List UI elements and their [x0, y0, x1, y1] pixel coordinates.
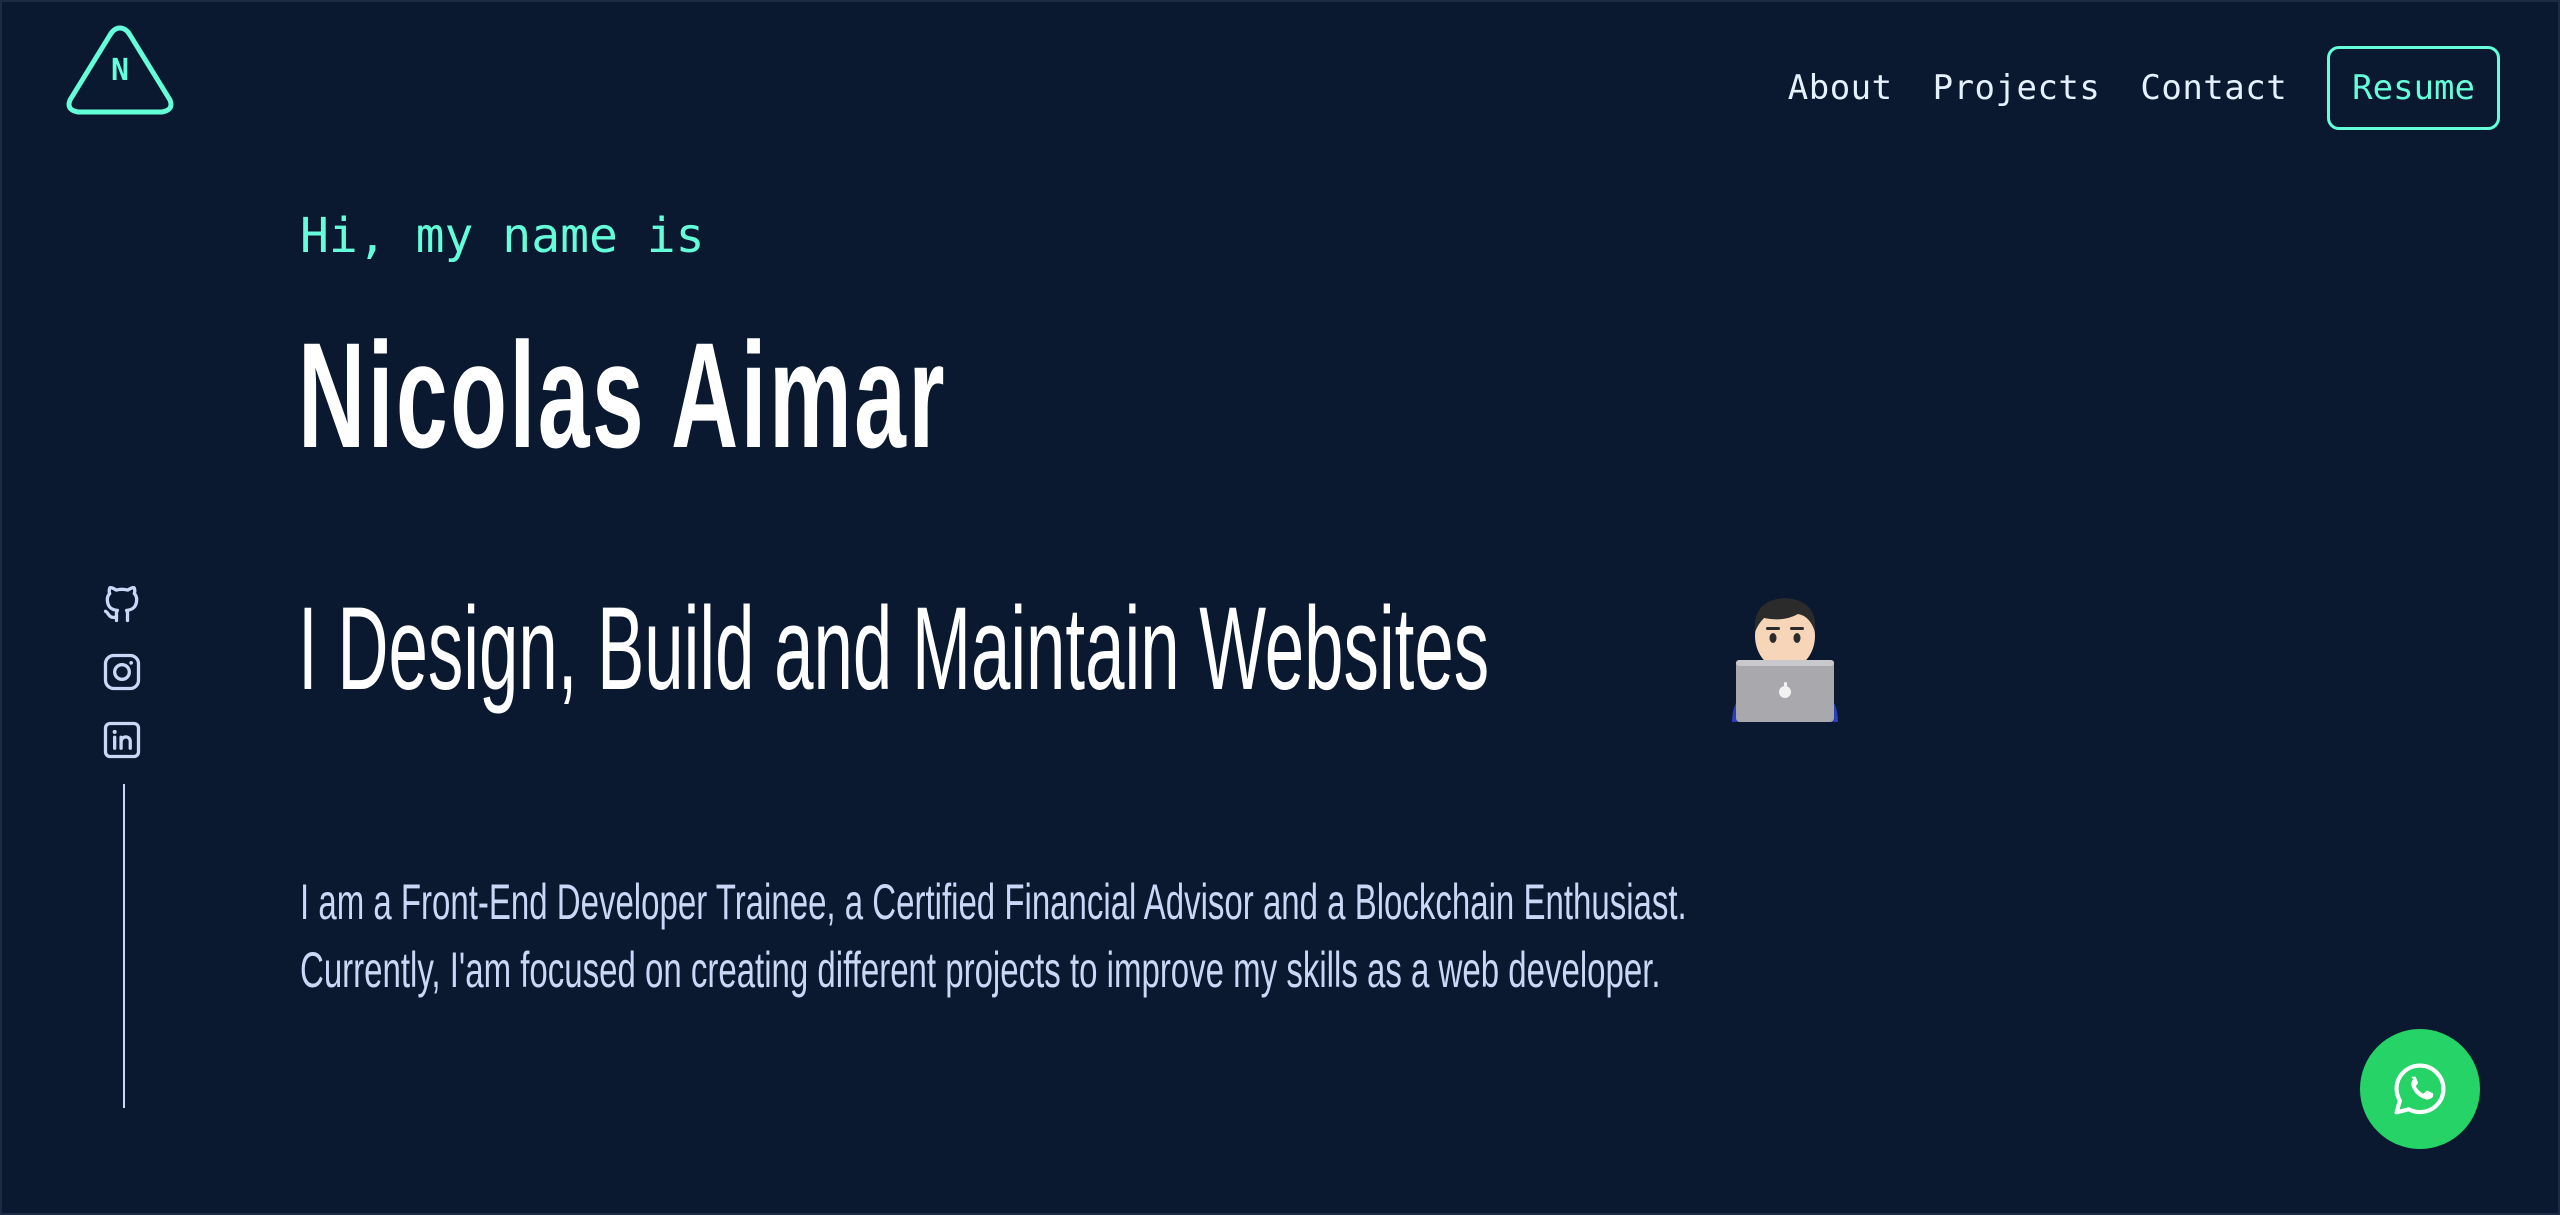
resume-button[interactable]: Resume [2327, 46, 2500, 130]
logo-letter: N [110, 53, 130, 88]
hero-tagline: I Design, Build and Maintain Websites [298, 583, 1490, 715]
linkedin-icon[interactable] [100, 718, 144, 762]
technologist-icon [1732, 598, 1838, 722]
instagram-icon[interactable] [100, 650, 144, 694]
hero-greeting: Hi, my name is [300, 208, 705, 264]
hero-tagline-row: I Design, Build and Maintain Websites [298, 590, 1778, 708]
social-divider-line [123, 784, 125, 1108]
nav-link-contact[interactable]: Contact [2140, 71, 2287, 105]
bio-line: I am a Front-End Developer Trainee, a Ce… [300, 874, 1687, 930]
hero-bio: I am a Front-End Developer Trainee, a Ce… [300, 868, 2300, 1004]
social-links [100, 582, 148, 786]
bio-line: Currently, I'am focused on creating diff… [300, 942, 1661, 998]
whatsapp-icon [2394, 1063, 2446, 1115]
whatsapp-button[interactable] [2360, 1029, 2480, 1149]
hero-name: Nicolas Aimar [298, 311, 948, 479]
main-nav: About Projects Contact Resume [1788, 46, 2500, 130]
nav-link-about[interactable]: About [1788, 71, 1893, 105]
nav-link-projects[interactable]: Projects [1933, 71, 2101, 105]
github-icon[interactable] [100, 582, 144, 626]
logo[interactable]: N [62, 22, 178, 118]
